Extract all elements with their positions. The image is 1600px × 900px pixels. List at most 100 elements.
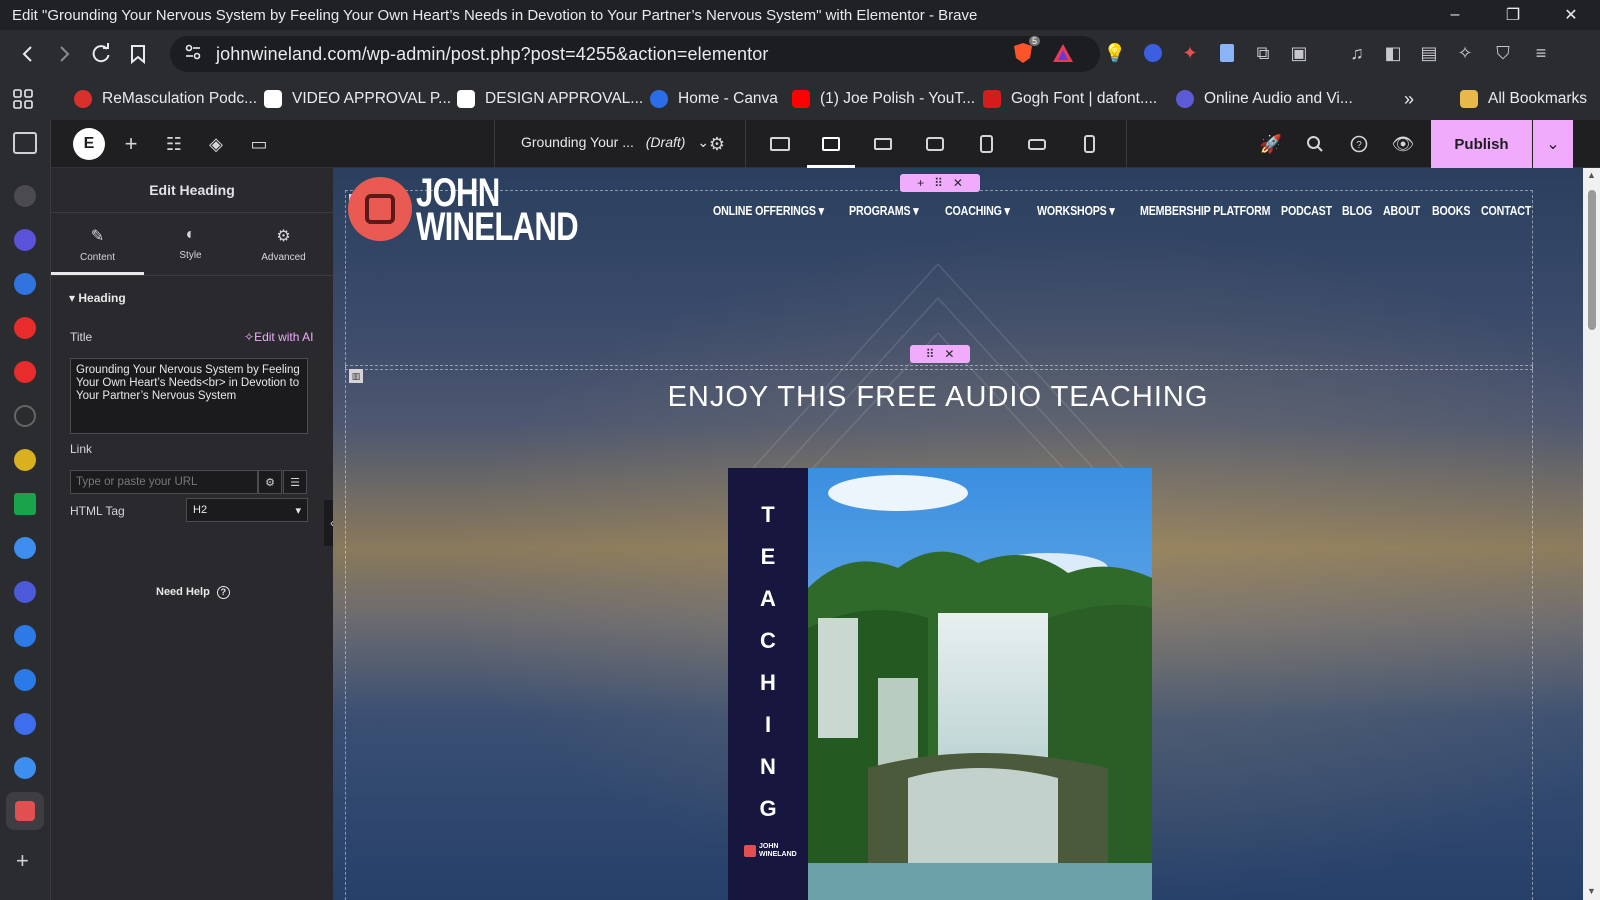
extension-app-icon[interactable] — [14, 581, 36, 603]
zoom-app-icon[interactable] — [14, 669, 36, 691]
sheets-app-icon[interactable] — [14, 493, 36, 515]
minimize-button[interactable]: – — [1426, 0, 1484, 30]
site-settings-icon[interactable] — [184, 43, 202, 66]
mobile-landscape-device-icon[interactable] — [1025, 132, 1049, 156]
edit-with-ai-button[interactable]: ✧Edit with AI — [244, 330, 313, 344]
drag-icon[interactable]: ⠿ — [926, 347, 935, 361]
structure-layers-icon[interactable]: ◈ — [204, 132, 228, 156]
loading-app-icon[interactable] — [14, 405, 36, 427]
site-settings-sliders-icon[interactable]: ☷ — [162, 132, 186, 156]
nav-blog[interactable]: BLOG — [1342, 203, 1372, 218]
scroll-up-arrow-icon[interactable]: ▲ — [1587, 170, 1596, 180]
logo-mark-icon[interactable] — [348, 177, 412, 241]
title-textarea[interactable]: Grounding Your Nervous System by Feeling… — [70, 358, 308, 434]
add-icon[interactable]: + — [917, 176, 924, 190]
leo-ai-icon[interactable]: ✧ — [1450, 38, 1480, 68]
promo-image[interactable]: T E A C H I N G JOHN WINELAND — [728, 468, 1152, 900]
extension-red-icon[interactable]: ✦ — [1175, 38, 1205, 68]
extension-app-icon[interactable] — [14, 273, 36, 295]
back-arrow-icon[interactable] — [10, 36, 46, 72]
nav-online-offerings[interactable]: ONLINE OFFERINGS ▾ — [713, 203, 824, 219]
drag-icon[interactable]: ⠿ — [934, 176, 943, 190]
need-help-link[interactable]: Need Help ? — [156, 586, 230, 599]
publish-button[interactable]: Publish — [1431, 120, 1532, 168]
menu-icon[interactable]: ≡ — [1526, 38, 1556, 68]
canvas-scrollbar[interactable]: ▲ ▼ — [1583, 168, 1600, 900]
elementor-logo-icon[interactable]: E — [73, 128, 105, 160]
puzzle-extensions-icon[interactable]: ⧉ — [1248, 38, 1278, 68]
nav-coaching[interactable]: COACHING ▾ — [945, 203, 1010, 219]
forward-arrow-icon[interactable] — [46, 36, 82, 72]
nav-workshops[interactable]: WORKSHOPS ▾ — [1037, 203, 1115, 219]
bookmark-item[interactable]: Gogh Font | dafont.... — [983, 87, 1157, 111]
whats-new-rocket-icon[interactable]: 🚀 — [1259, 132, 1283, 156]
notes-comment-icon[interactable]: ▭ — [247, 132, 271, 156]
bookmark-item[interactable]: ReMasculation Podc... — [74, 87, 257, 111]
nav-about[interactable]: ABOUT — [1383, 203, 1420, 218]
laptop-device-icon[interactable] — [871, 132, 895, 156]
add-app-icon[interactable]: + — [16, 848, 29, 874]
reload-icon[interactable] — [83, 36, 119, 72]
content-container-handle[interactable]: ⠿ ✕ — [910, 345, 970, 363]
wallet-icon[interactable]: ▤ — [1414, 38, 1444, 68]
bookmark-item[interactable]: Online Audio and Vi... — [1176, 87, 1353, 111]
drive-app-icon[interactable] — [14, 757, 36, 779]
extension-blue-icon[interactable] — [1138, 38, 1168, 68]
nav-programs[interactable]: PROGRAMS ▾ — [849, 203, 919, 219]
publish-options-chevron-icon[interactable]: ⌄ — [1533, 120, 1573, 168]
bookmark-item[interactable]: Home - Canva — [650, 87, 778, 111]
brave-shields-icon[interactable]: 5 — [1008, 36, 1040, 68]
address-bar[interactable]: johnwineland.com/wp-admin/post.php?post=… — [170, 36, 1100, 72]
brave-rewards-icon[interactable] — [1048, 38, 1078, 68]
clipboard-extension-icon[interactable] — [1212, 38, 1242, 68]
apps-grid-icon[interactable] — [12, 87, 34, 111]
close-icon[interactable]: ✕ — [953, 176, 963, 190]
bookmark-item[interactable]: DESIGN APPROVAL... — [457, 87, 643, 111]
add-element-icon[interactable]: + — [119, 131, 143, 156]
scroll-down-arrow-icon[interactable]: ▼ — [1587, 886, 1596, 896]
preview-eye-icon[interactable]: 👁 — [1391, 132, 1415, 156]
section-heading-toggle[interactable]: ▾ Heading — [69, 291, 126, 305]
nav-membership-platform[interactable]: MEMBERSHIP PLATFORM — [1140, 203, 1271, 218]
vpn-icon[interactable]: ⛉ — [1488, 38, 1518, 68]
sidebar-panel-icon[interactable] — [13, 132, 37, 154]
nav-contact[interactable]: CONTACT — [1481, 203, 1531, 218]
url-text[interactable]: johnwineland.com/wp-admin/post.php?post=… — [216, 44, 768, 65]
link-input[interactable]: Type or paste your URL — [70, 470, 258, 494]
bookmark-item[interactable]: (1) Joe Polish - YouT... — [792, 87, 975, 111]
dynamic-tags-icon[interactable]: ☰ — [283, 470, 307, 494]
mobile-portrait-device-icon[interactable] — [1077, 132, 1101, 156]
screenshot-icon[interactable]: ▣ — [1284, 38, 1314, 68]
page-settings-gear-icon[interactable]: ⚙ — [705, 132, 729, 156]
drive-app-icon[interactable] — [14, 537, 36, 559]
zoom-app-icon[interactable] — [14, 625, 36, 647]
bookmark-icon[interactable] — [120, 36, 156, 72]
html-tag-select[interactable]: H2 ▾ — [186, 498, 308, 522]
restore-button[interactable]: ❐ — [1484, 0, 1542, 30]
youtube-app-icon[interactable] — [14, 361, 36, 383]
active-tab-app-icon[interactable] — [6, 792, 44, 830]
media-icon[interactable]: ♫ — [1342, 38, 1372, 68]
docs-app-icon[interactable] — [14, 713, 36, 735]
site-logo-text[interactable]: JOHN WINELAND — [416, 173, 579, 247]
sidebar-toggle-icon[interactable]: ◧ — [1378, 38, 1408, 68]
all-bookmarks-folder[interactable]: All Bookmarks — [1460, 87, 1587, 111]
bookmark-item[interactable]: VIDEO APPROVAL P... — [264, 87, 451, 111]
close-icon[interactable]: ✕ — [944, 347, 954, 361]
nav-books[interactable]: BOOKS — [1432, 203, 1470, 218]
header-container-handle[interactable]: + ⠿ ✕ — [900, 174, 980, 192]
nav-podcast[interactable]: PODCAST — [1281, 203, 1332, 218]
more-bookmarks-button[interactable]: » — [1404, 87, 1414, 111]
youtube-app-icon[interactable] — [14, 317, 36, 339]
help-icon[interactable]: ? — [1347, 132, 1371, 156]
tablet-portrait-device-icon[interactable] — [974, 132, 998, 156]
tab-advanced[interactable]: ⚙ Advanced — [237, 220, 330, 274]
lightbulb-extension-icon[interactable]: 💡 — [1100, 38, 1130, 68]
tablet-landscape-device-icon[interactable] — [923, 132, 947, 156]
tab-content[interactable]: ✎ Content — [51, 220, 144, 274]
desktop-device-icon[interactable] — [768, 132, 792, 156]
widescreen-device-icon[interactable] — [819, 132, 843, 156]
document-title-dropdown[interactable]: Grounding Your ... (Draft) ⌄ — [521, 134, 709, 151]
extension-app-icon[interactable] — [14, 185, 36, 207]
search-icon[interactable] — [1303, 132, 1327, 156]
